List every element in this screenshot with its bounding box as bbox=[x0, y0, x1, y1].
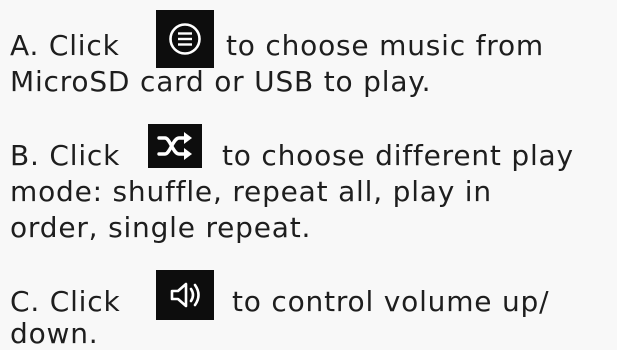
list-menu-icon bbox=[156, 10, 214, 68]
instruction-sheet: A. Click to choose music from MicroSD ca… bbox=[0, 0, 617, 350]
instruction-b-prefix: B. Click bbox=[10, 139, 121, 172]
instruction-a-text: to choose music from bbox=[226, 29, 544, 62]
instruction-b-text: to choose different play bbox=[222, 139, 574, 172]
instruction-a-prefix: A. Click bbox=[10, 29, 120, 62]
volume-icon bbox=[156, 270, 214, 320]
instruction-c-line2: down. bbox=[10, 317, 99, 350]
shuffle-icon bbox=[148, 124, 202, 168]
instruction-c-text: to control volume up/ bbox=[232, 285, 550, 318]
instruction-b-line2: mode: shuffle, repeat all, play in bbox=[10, 175, 492, 208]
instruction-b-line3: order, single repeat. bbox=[10, 211, 312, 244]
instruction-a-line2: MicroSD card or USB to play. bbox=[10, 65, 432, 98]
instruction-c-prefix: C. Click bbox=[10, 285, 121, 318]
